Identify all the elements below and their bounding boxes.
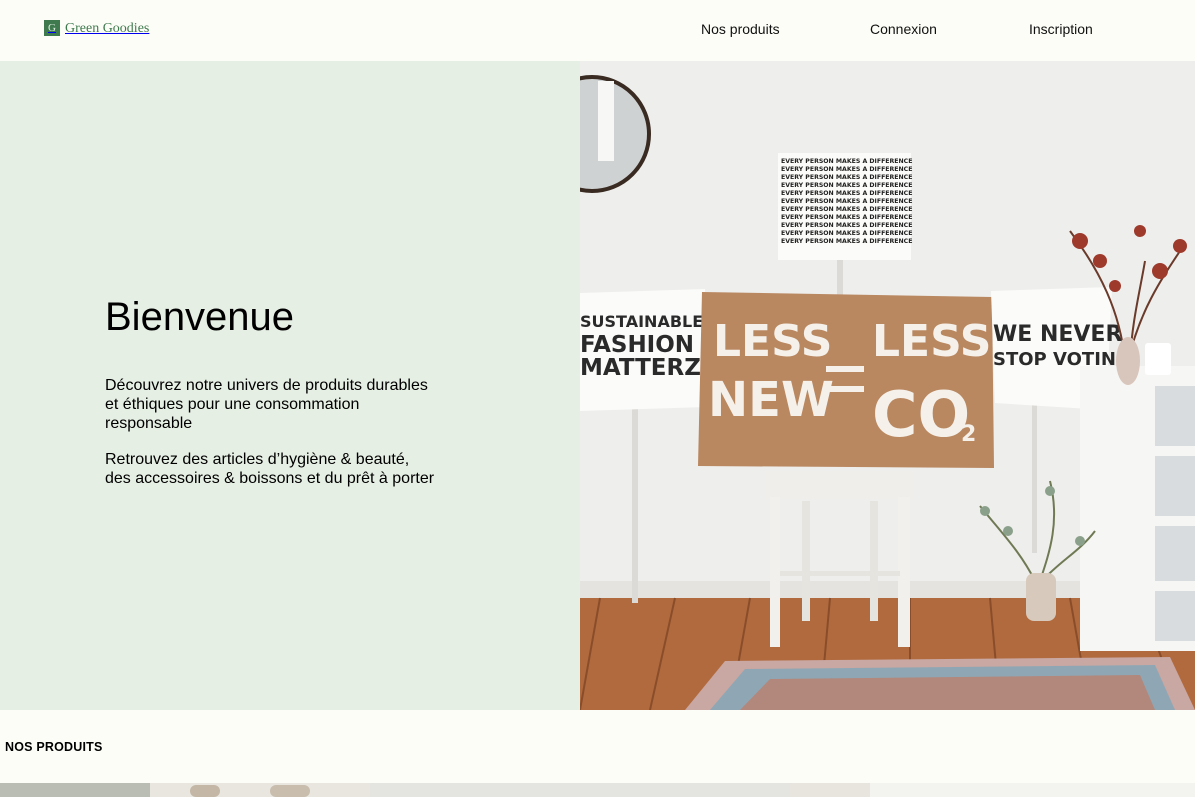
cardboard-sign-text: LESS [713, 316, 833, 367]
hero-categories-text: Retrouvez des articles d’hygiène & beaut… [105, 451, 435, 487]
top-sign-line: EVERY PERSON MAKES A DIFFERENCE [781, 166, 912, 173]
equals-sign [826, 386, 864, 392]
top-sign-line: EVERY PERSON MAKES A DIFFERENCE [781, 222, 912, 229]
logo-icon: G [44, 20, 60, 36]
nav-login-link[interactable]: Connexion [870, 21, 937, 37]
top-sign-line: EVERY PERSON MAKES A DIFFERENCE [781, 206, 912, 213]
hero-intro-text: Découvrez notre univers de produits dura… [105, 377, 428, 432]
right-sign-line: WE NEVER [993, 322, 1122, 347]
top-sign-line: EVERY PERSON MAKES A DIFFERENCE [781, 174, 912, 181]
hero-photo-illustration: EVERY PERSON MAKES A DIFFERENCE EVERY PE… [580, 61, 1195, 710]
left-sign-line: SUSTAINABLE [580, 312, 703, 331]
top-sign-line: EVERY PERSON MAKES A DIFFERENCE [781, 238, 912, 245]
nav-products-link[interactable]: Nos produits [701, 21, 780, 37]
left-sign-line: MATTERZ [580, 355, 701, 381]
products-section-title: NOS PRODUITS [5, 740, 103, 754]
product-cards-row [0, 783, 1195, 797]
site-header: G Green Goodies Nos produits Connexion I… [0, 0, 1195, 61]
top-sign-line: EVERY PERSON MAKES A DIFFERENCE [781, 182, 912, 189]
top-sign-line: EVERY PERSON MAKES A DIFFERENCE [781, 198, 912, 205]
top-sign-line: EVERY PERSON MAKES A DIFFERENCE [781, 230, 912, 237]
top-sign-line: EVERY PERSON MAKES A DIFFERENCE [781, 190, 912, 197]
equals-sign [826, 366, 864, 372]
cardboard-sign-text: NEW [708, 372, 834, 428]
product-images-preview [0, 783, 1195, 797]
cardboard-sign-text: CO [872, 378, 970, 451]
hero-section: Bienvenue Découvrez notre univers de pro… [0, 61, 1195, 710]
cardboard-sign-text: LESS [872, 316, 992, 367]
top-sign-line: EVERY PERSON MAKES A DIFFERENCE [781, 214, 912, 221]
nav-signup-link[interactable]: Inscription [1029, 21, 1093, 37]
hero-title: Bienvenue [105, 295, 295, 339]
logo-link[interactable]: G Green Goodies [44, 20, 149, 36]
logo-text: Green Goodies [65, 21, 150, 36]
hero-text-panel: Bienvenue Découvrez notre univers de pro… [0, 61, 580, 710]
top-sign-line: EVERY PERSON MAKES A DIFFERENCE [781, 158, 912, 165]
hero-image: EVERY PERSON MAKES A DIFFERENCE EVERY PE… [580, 61, 1195, 710]
cardboard-sign-text: 2 [961, 422, 976, 447]
